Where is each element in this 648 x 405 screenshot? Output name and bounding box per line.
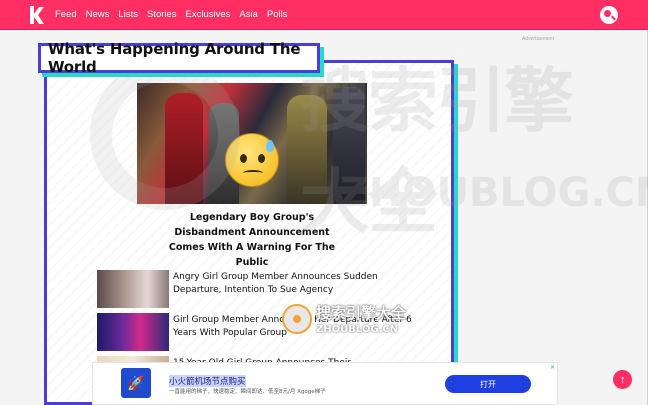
ad-description: 一直能用的梯子，快速稳定、瞬间即达、低至8元/月 Xgoge梯子 xyxy=(169,389,326,395)
section-title: What's Happening Around The World xyxy=(38,40,320,76)
list-item-title[interactable]: Angry Girl Group Member Announces Sudden… xyxy=(173,271,413,297)
figure xyxy=(333,87,365,204)
top-nav-bar: Feed News Lists Stories Exclusives Asia … xyxy=(0,0,648,30)
sweat-drop xyxy=(266,140,274,152)
nav-item-asia[interactable]: Asia xyxy=(239,9,257,20)
nav-item-news[interactable]: News xyxy=(86,9,110,20)
figure xyxy=(287,95,327,204)
featured-image[interactable] xyxy=(137,83,367,204)
rocket-icon: 🚀 xyxy=(121,368,151,398)
advertisement-label: Advertisement xyxy=(522,36,554,42)
list-item-thumbnail[interactable] xyxy=(97,313,169,351)
nav-item-lists[interactable]: Lists xyxy=(118,9,138,20)
arrow-up-icon[interactable]: ↑ xyxy=(613,370,632,389)
nav-item-feed[interactable]: Feed xyxy=(55,9,77,20)
featured-article-title[interactable]: Legendary Boy Group's Disbandment Announ… xyxy=(157,210,347,270)
article-card: Legendary Boy Group's Disbandment Announ… xyxy=(44,60,454,405)
list-item-thumbnail[interactable] xyxy=(97,270,169,308)
ad-title[interactable]: 小火箭机场节点购买 xyxy=(169,375,246,387)
k-logo-icon[interactable] xyxy=(27,5,47,25)
nav-item-stories[interactable]: Stories xyxy=(147,9,177,20)
list-item-title[interactable]: Girl Group Member Announces Her Departur… xyxy=(173,314,413,340)
anxious-sweat-emoji-icon xyxy=(225,133,279,187)
ad-close-icon[interactable]: ✕ xyxy=(550,364,555,371)
bottom-banner-ad[interactable]: 🚀 小火箭机场节点购买 一直能用的梯子，快速稳定、瞬间即达、低至8元/月 Xgo… xyxy=(92,362,558,405)
ad-open-button[interactable]: 打开 xyxy=(445,375,531,393)
emoji-mouth xyxy=(243,170,263,176)
emoji-eye xyxy=(258,154,265,163)
emoji-eye xyxy=(240,154,247,163)
search-icon[interactable] xyxy=(600,6,618,24)
figure xyxy=(165,93,203,204)
section-title-text: What's Happening Around The World xyxy=(48,40,301,76)
main-nav: Feed News Lists Stories Exclusives Asia … xyxy=(55,9,288,20)
list-item[interactable]: Angry Girl Group Member Announces Sudden… xyxy=(97,270,437,308)
nav-item-exclusives[interactable]: Exclusives xyxy=(186,9,231,20)
nav-item-polls[interactable]: Polls xyxy=(267,9,288,20)
list-item[interactable]: Girl Group Member Announces Her Departur… xyxy=(97,313,437,351)
